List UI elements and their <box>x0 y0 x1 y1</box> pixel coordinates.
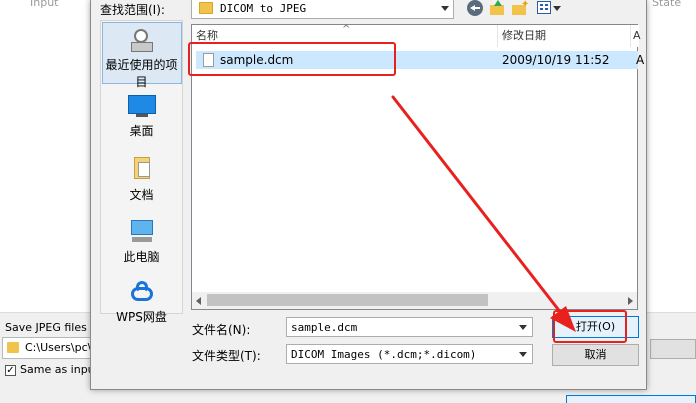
annotation-arrow <box>391 95 576 332</box>
